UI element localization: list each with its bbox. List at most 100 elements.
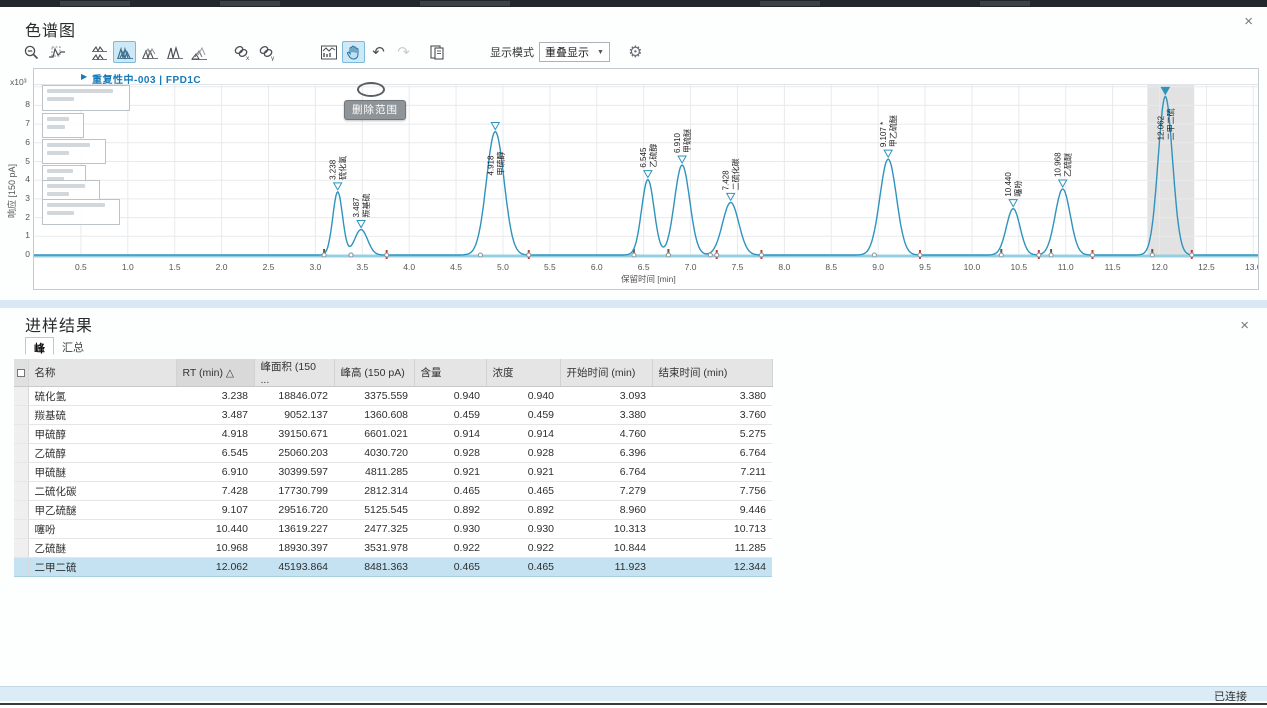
chromatogram-svg[interactable]: 3.238硫化氢3.487羰基硫4.918甲硫醇6.545乙硫醇6.910甲硫醚… bbox=[34, 85, 1258, 290]
table-row[interactable]: 甲硫醚6.91030399.5974811.2850.9210.9216.764… bbox=[14, 463, 772, 482]
trace-expand-icon[interactable]: ▶ bbox=[81, 72, 87, 81]
column-header[interactable]: 开始时间 (min) bbox=[560, 359, 652, 387]
integration-point bbox=[322, 253, 326, 257]
settings-gear-icon[interactable]: ⚙ bbox=[624, 41, 647, 63]
value-cell: 6601.021 bbox=[334, 425, 414, 444]
value-cell: 0.922 bbox=[414, 539, 486, 558]
chromatogram-plot-container[interactable]: ▶ 重复性中-003 | FPD1C 3.238硫化氢3.487羰基硫4.918… bbox=[33, 68, 1259, 290]
y-tick-label: 2 bbox=[12, 212, 30, 222]
chromatogram-close-button[interactable]: × bbox=[1244, 15, 1253, 29]
peak-name-cell: 甲硫醇 bbox=[28, 425, 176, 444]
integration-point bbox=[632, 253, 636, 257]
overlay-view-icon[interactable] bbox=[113, 41, 136, 63]
peak-name-cell: 二硫化碳 bbox=[28, 482, 176, 501]
chromatogram-plot[interactable]: 3.238硫化氢3.487羰基硫4.918甲硫醇6.545乙硫醇6.910甲硫醚… bbox=[34, 85, 1258, 290]
table-row[interactable]: 乙硫醚10.96818930.3973531.9780.9220.92210.8… bbox=[14, 539, 772, 558]
value-cell: 12.344 bbox=[652, 558, 772, 577]
value-cell: 13619.227 bbox=[254, 520, 334, 539]
table-row[interactable]: 乙硫醇6.54525060.2034030.7200.9280.9286.396… bbox=[14, 444, 772, 463]
column-header[interactable]: 名称 bbox=[28, 359, 176, 387]
select-all-icon bbox=[17, 369, 25, 377]
cascade-view-icon[interactable] bbox=[188, 41, 211, 63]
row-selector[interactable] bbox=[14, 482, 28, 501]
integration-point bbox=[666, 253, 670, 257]
column-header[interactable]: 峰高 (150 pA) bbox=[334, 359, 414, 387]
row-selector[interactable] bbox=[14, 539, 28, 558]
undo-icon[interactable]: ↶ bbox=[367, 41, 390, 63]
y-tick-label: 3 bbox=[12, 193, 30, 203]
pan-hand-icon[interactable] bbox=[342, 41, 365, 63]
table-row[interactable]: 硫化氢3.23818846.0723375.5590.9400.9403.093… bbox=[14, 387, 772, 406]
value-cell: 10.844 bbox=[560, 539, 652, 558]
row-selector[interactable] bbox=[14, 406, 28, 425]
value-cell: 29516.720 bbox=[254, 501, 334, 520]
x-tick-label: 13.0 bbox=[1245, 262, 1258, 272]
menu-segment bbox=[220, 1, 280, 6]
single-view-icon[interactable] bbox=[163, 41, 186, 63]
x-tick-label: 5.0 bbox=[497, 262, 509, 272]
value-cell: 5125.545 bbox=[334, 501, 414, 520]
table-row[interactable]: 二硫化碳7.42817730.7992812.3140.4650.4657.27… bbox=[14, 482, 772, 501]
peak-name-label: 乙硫醇 bbox=[648, 144, 658, 168]
value-cell: 0.928 bbox=[486, 444, 560, 463]
trace-header[interactable]: ▶ 重复性中-003 | FPD1C bbox=[34, 69, 1258, 85]
window-bottom-border bbox=[0, 703, 1267, 705]
value-cell: 10.968 bbox=[176, 539, 254, 558]
row-selector[interactable] bbox=[14, 444, 28, 463]
value-cell: 11.923 bbox=[560, 558, 652, 577]
row-selector-header[interactable] bbox=[14, 359, 28, 387]
link-y-axis-icon[interactable]: y bbox=[256, 41, 279, 63]
integration-point bbox=[478, 253, 482, 257]
value-cell: 0.465 bbox=[414, 482, 486, 501]
column-header[interactable]: 含量 bbox=[414, 359, 486, 387]
tab-summary[interactable]: 汇总 bbox=[54, 337, 92, 355]
value-cell: 12.062 bbox=[176, 558, 254, 577]
x-tick-label: 6.0 bbox=[591, 262, 603, 272]
column-header[interactable]: 浓度 bbox=[486, 359, 560, 387]
value-cell: 0.914 bbox=[486, 425, 560, 444]
copy-chart-icon[interactable] bbox=[425, 41, 448, 63]
chromatogram-toolbar: x y ↶ ↷ 显示模式 重叠显示 ▼ ⚙ bbox=[20, 40, 649, 64]
value-cell: 4.918 bbox=[176, 425, 254, 444]
table-row[interactable]: 甲硫醇4.91839150.6716601.0210.9140.9144.760… bbox=[14, 425, 772, 444]
zoom-out-icon[interactable] bbox=[20, 41, 43, 63]
peak-marker bbox=[491, 123, 499, 130]
table-row[interactable]: 噻吩10.44013619.2272477.3250.9300.93010.31… bbox=[14, 520, 772, 539]
row-selector[interactable] bbox=[14, 387, 28, 406]
stacked-view-icon[interactable] bbox=[88, 41, 111, 63]
integration-point bbox=[1190, 253, 1194, 257]
link-x-axis-icon[interactable]: x bbox=[231, 41, 254, 63]
column-header[interactable]: 结束时间 (min) bbox=[652, 359, 772, 387]
annotation-box bbox=[42, 85, 130, 111]
value-cell: 7.211 bbox=[652, 463, 772, 482]
table-row[interactable]: 二甲二硫12.06245193.8648481.3630.4650.46511.… bbox=[14, 558, 772, 577]
trace-name: 重复性中-003 | FPD1C bbox=[92, 71, 201, 86]
display-mode-dropdown[interactable]: 重叠显示 ▼ bbox=[539, 42, 610, 62]
row-selector[interactable] bbox=[14, 558, 28, 577]
row-selector[interactable] bbox=[14, 425, 28, 444]
menu-segment bbox=[60, 1, 130, 6]
row-selector[interactable] bbox=[14, 463, 28, 482]
value-cell: 10.313 bbox=[560, 520, 652, 539]
peak-name-cell: 噻吩 bbox=[28, 520, 176, 539]
row-selector[interactable] bbox=[14, 501, 28, 520]
peak-name-label: 甲硫醇 bbox=[495, 152, 505, 176]
chart-properties-icon[interactable] bbox=[317, 41, 340, 63]
zoom-region-icon[interactable] bbox=[45, 41, 68, 63]
main-window: 色谱图 × x y bbox=[0, 7, 1267, 701]
peak-name-label: 甲乙硫醚 bbox=[888, 115, 898, 147]
results-close-button[interactable]: × bbox=[1240, 319, 1249, 333]
tab-peaks[interactable]: 峰 bbox=[25, 337, 54, 355]
column-header[interactable]: 峰面积 (150 ... bbox=[254, 359, 334, 387]
column-header[interactable]: RT (min) △ bbox=[176, 359, 254, 387]
range-handle-icon[interactable] bbox=[357, 82, 385, 97]
x-tick-label: 3.0 bbox=[309, 262, 321, 272]
value-cell: 9.107 bbox=[176, 501, 254, 520]
table-row[interactable]: 甲乙硫醚9.10729516.7205125.5450.8920.8928.96… bbox=[14, 501, 772, 520]
row-selector[interactable] bbox=[14, 520, 28, 539]
value-cell: 8481.363 bbox=[334, 558, 414, 577]
x-tick-label: 10.0 bbox=[964, 262, 981, 272]
offset-view-icon[interactable] bbox=[138, 41, 161, 63]
table-row[interactable]: 羰基硫3.4879052.1371360.6080.4590.4593.3803… bbox=[14, 406, 772, 425]
value-cell: 5.275 bbox=[652, 425, 772, 444]
